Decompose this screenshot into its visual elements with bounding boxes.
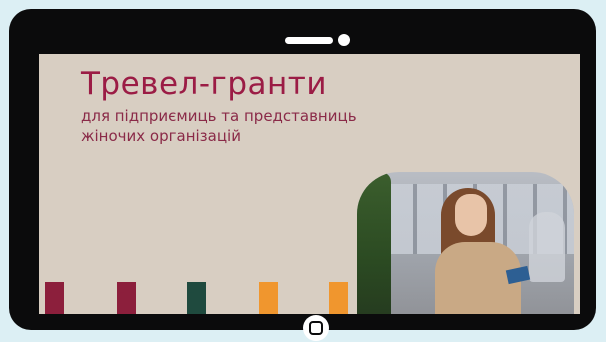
banner-title: Тревел-гранти: [81, 66, 327, 102]
banner-screen: Тревел-гранти для підприємиць та предста…: [39, 54, 580, 314]
woman-traveler-photo: [357, 172, 574, 314]
home-button-icon: [303, 315, 329, 341]
passport-icon: [505, 265, 531, 285]
bottle-body: [187, 292, 206, 314]
bottle-body: [259, 292, 278, 314]
bottle-icon: [45, 282, 64, 314]
bottle-body: [45, 292, 64, 314]
subtitle-line-2: жіночих організацій: [81, 127, 241, 145]
bottle-icon: [329, 282, 348, 314]
camera-icon: [338, 34, 350, 46]
bottle-body: [329, 292, 348, 314]
bottle-icon: [117, 282, 136, 314]
bottle-body: [117, 292, 136, 314]
banner-subtitle: для підприємиць та представниць жіночих …: [81, 106, 461, 146]
woman-face: [455, 194, 487, 236]
subtitle-line-1: для підприємиць та представниць: [81, 107, 357, 125]
background-person: [529, 212, 565, 282]
bottle-icon: [187, 282, 206, 314]
speaker-icon: [285, 37, 333, 44]
home-button-inner: [309, 321, 323, 335]
plant-foliage: [357, 172, 391, 314]
tablet-frame: Тревел-гранти для підприємиць та предста…: [9, 9, 596, 341]
bottle-icon: [259, 282, 278, 314]
